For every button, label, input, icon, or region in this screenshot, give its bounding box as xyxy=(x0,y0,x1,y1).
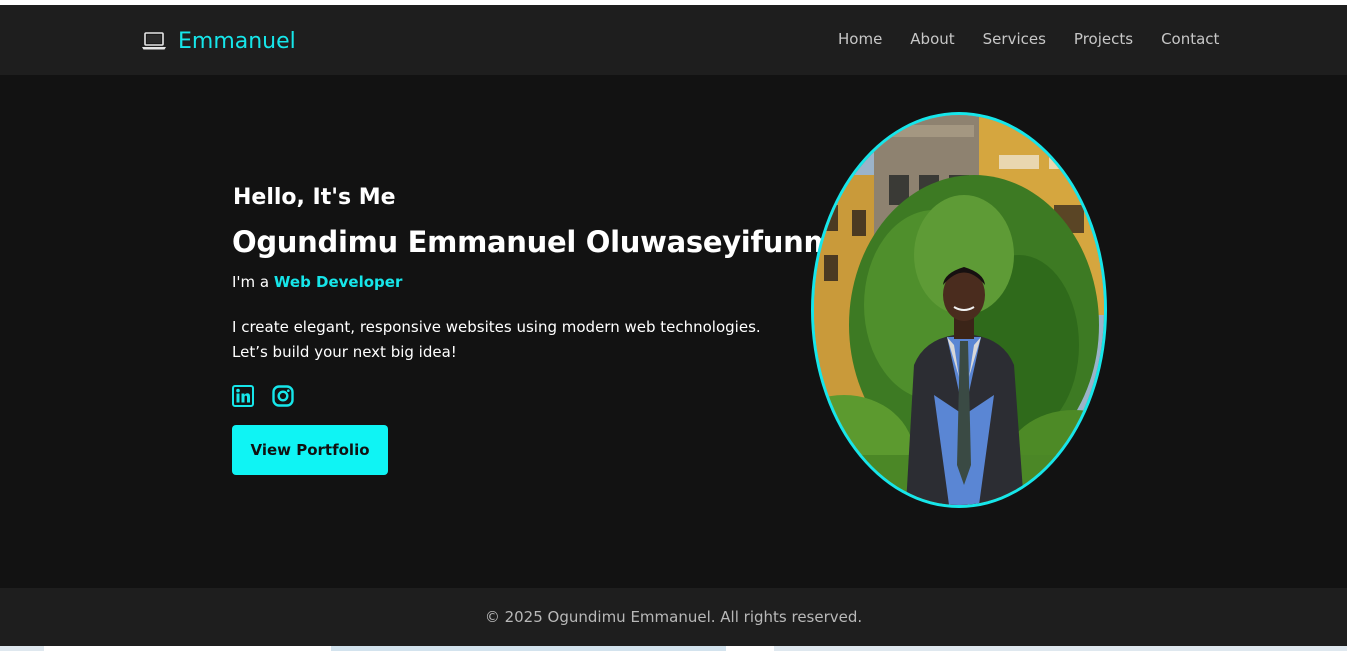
hero-name: Ogundimu Emmanuel Oluwaseyifunmi xyxy=(232,225,844,259)
description-line-2: Let’s build your next big idea! xyxy=(232,343,457,361)
nav-services[interactable]: Services xyxy=(983,30,1046,48)
description-line-1: I create elegant, responsive websites us… xyxy=(232,318,761,336)
social-links xyxy=(232,385,294,407)
brand-link[interactable]: Emmanuel xyxy=(142,25,296,57)
role-prefix: I'm a xyxy=(232,273,274,291)
nav-contact[interactable]: Contact xyxy=(1161,30,1219,48)
hero-section: Hello, It's Me Ogundimu Emmanuel Oluwase… xyxy=(0,75,1347,588)
nav-menu: Home About Services Projects Contact xyxy=(838,30,1219,48)
nav-projects[interactable]: Projects xyxy=(1074,30,1133,48)
nav-about[interactable]: About xyxy=(910,30,954,48)
view-portfolio-button[interactable]: View Portfolio xyxy=(232,425,388,475)
profile-photo xyxy=(811,112,1107,508)
navbar: Emmanuel Home About Services Projects Co… xyxy=(0,5,1347,75)
laptop-icon xyxy=(142,32,166,50)
hero-description: I create elegant, responsive websites us… xyxy=(232,315,792,365)
footer: © 2025 Ogundimu Emmanuel. All rights res… xyxy=(0,588,1347,646)
taskbar-strip xyxy=(0,646,1347,651)
linkedin-icon[interactable] xyxy=(232,385,254,407)
nav-home[interactable]: Home xyxy=(838,30,882,48)
role-text: Web Developer xyxy=(273,273,403,291)
brand-name: Emmanuel xyxy=(178,28,296,54)
copyright-text: © 2025 Ogundimu Emmanuel. All rights res… xyxy=(484,608,863,626)
page: Emmanuel Home About Services Projects Co… xyxy=(0,5,1347,646)
instagram-icon[interactable] xyxy=(272,385,294,407)
greeting: Hello, It's Me xyxy=(233,185,396,210)
role-line: I'm a Web Developer xyxy=(232,273,402,291)
